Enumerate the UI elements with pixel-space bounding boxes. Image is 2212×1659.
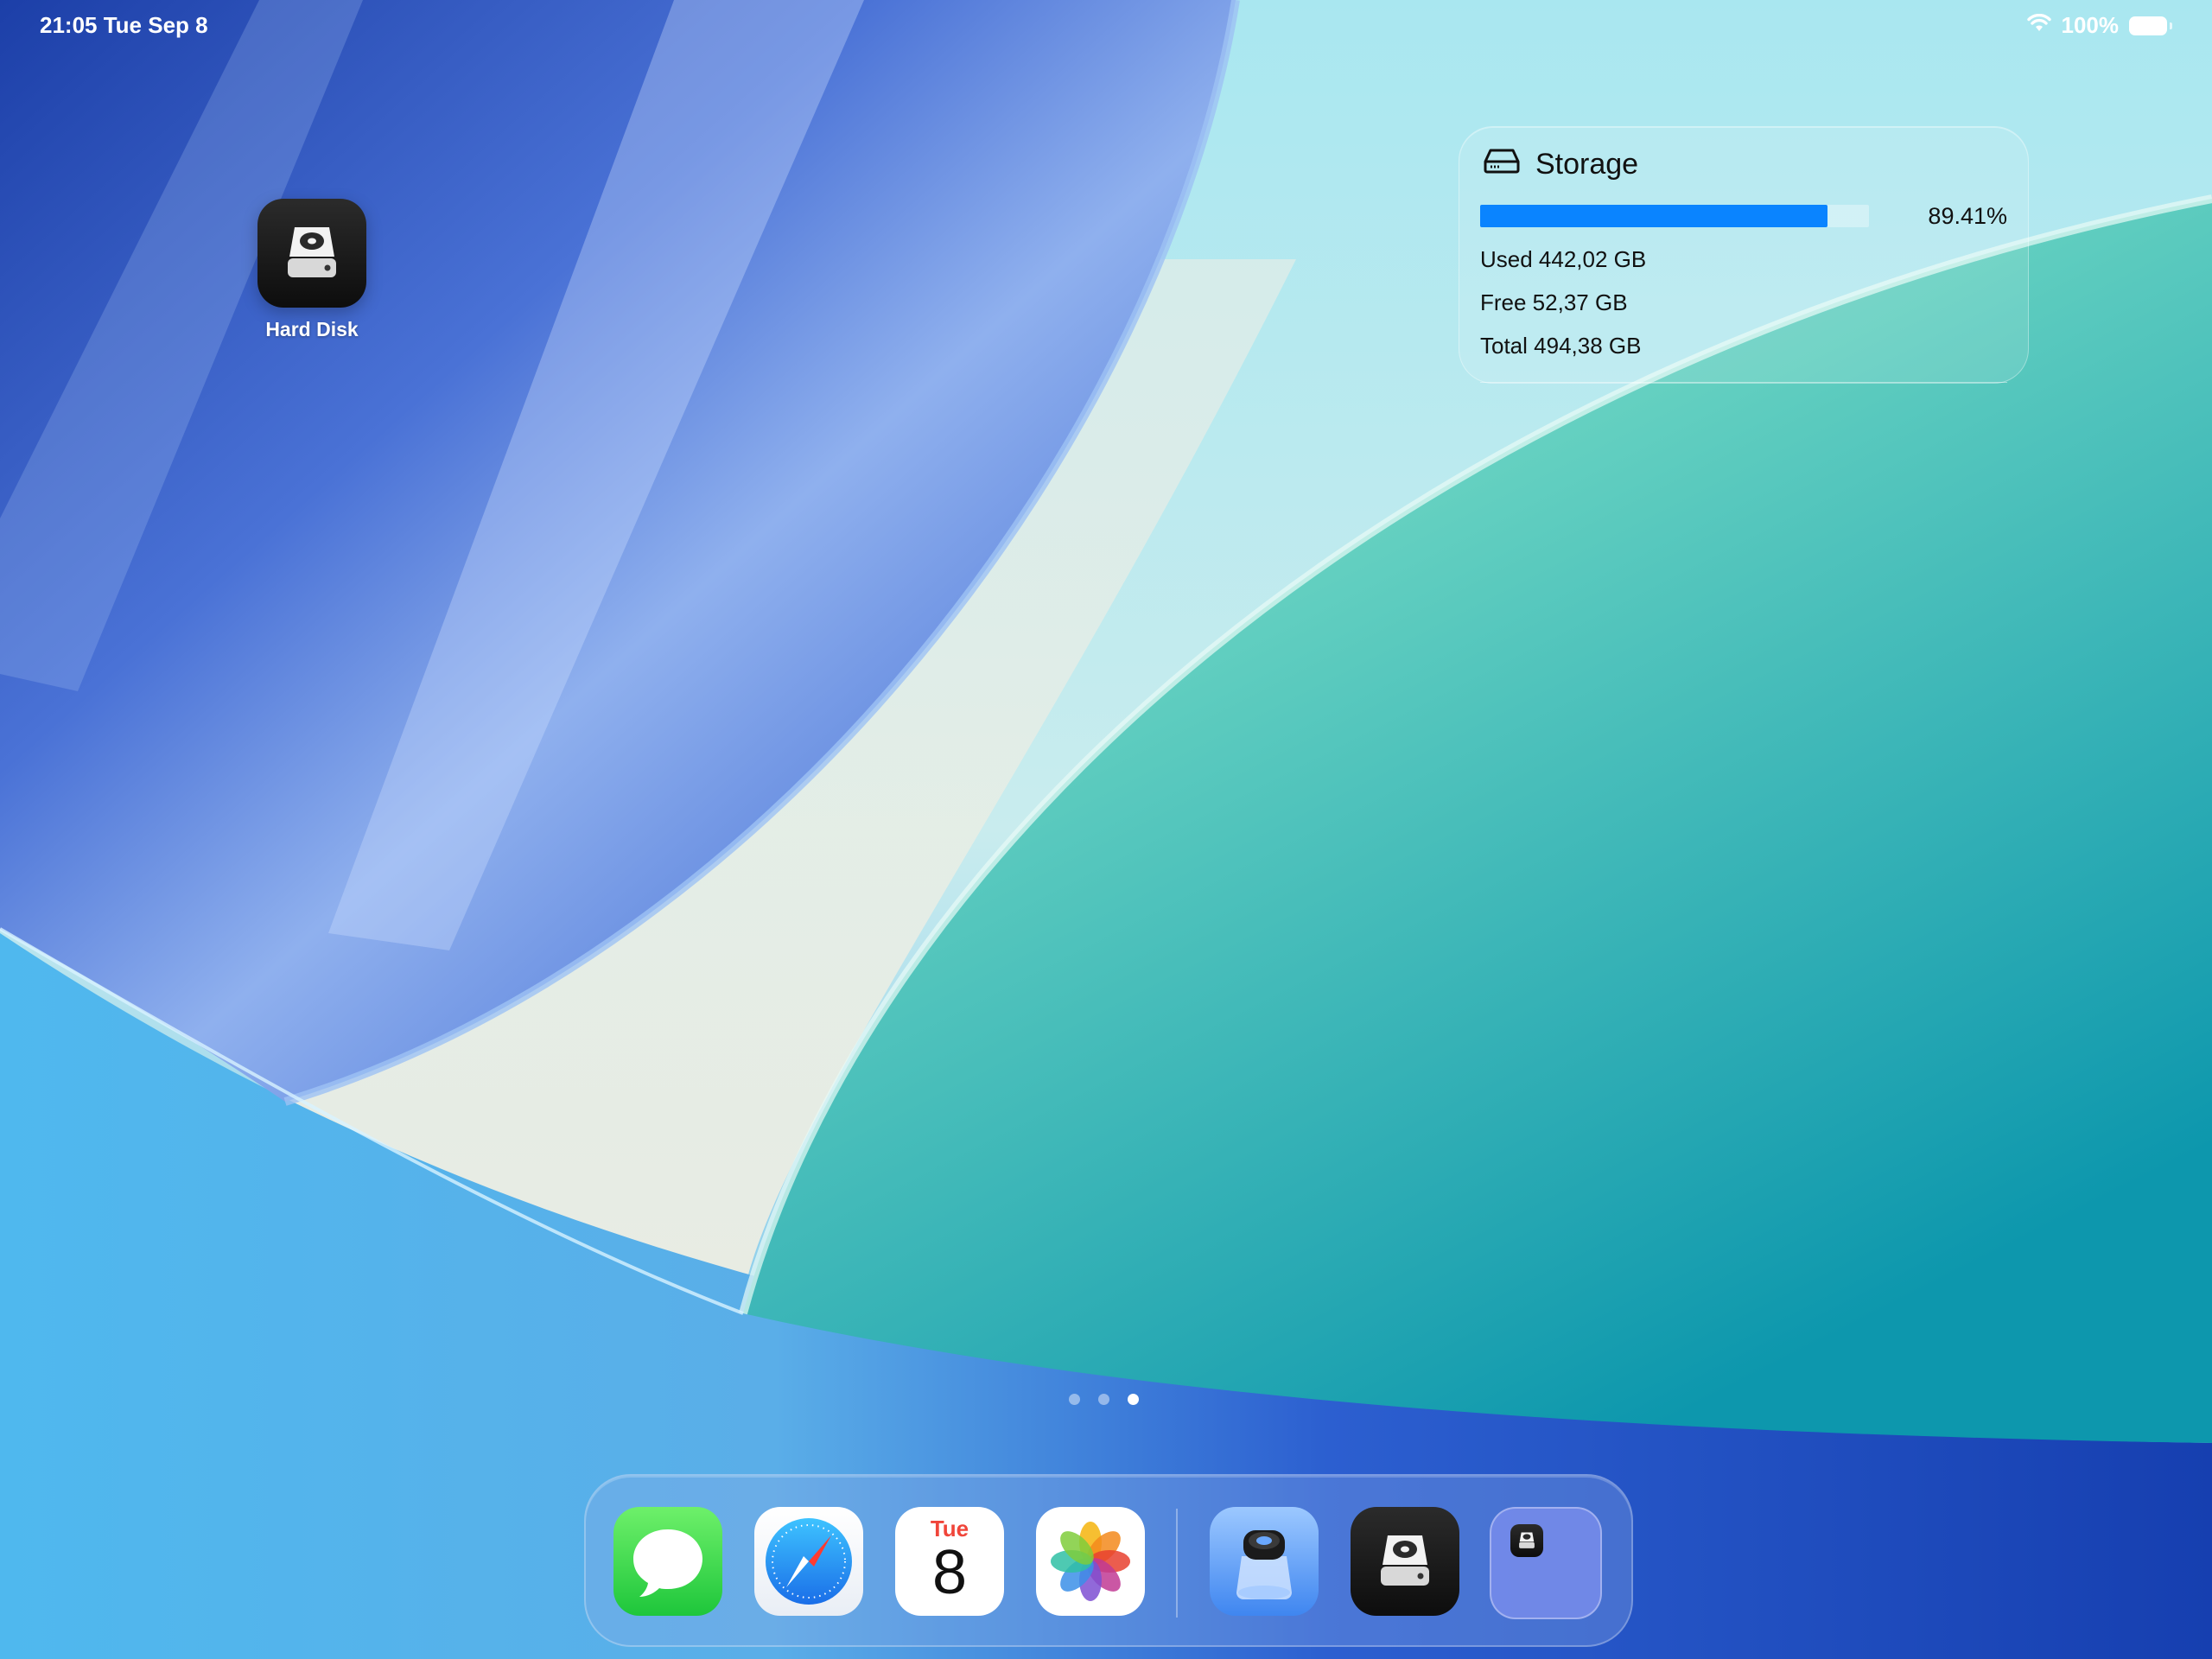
dock-photos[interactable] — [1036, 1507, 1145, 1616]
dock: Tue 8 — [584, 1474, 1633, 1647]
dock-calendar[interactable]: Tue 8 — [895, 1507, 1004, 1616]
storage-used: Used 442,02 GB — [1480, 246, 1647, 272]
app-label: Hard Disk — [265, 318, 359, 340]
dock-hard-disk[interactable] — [1351, 1507, 1459, 1616]
dock-safari[interactable] — [754, 1507, 863, 1616]
storage-widget[interactable]: Storage 89.41% Used 442,02 GB Free 52,37… — [1459, 126, 2029, 384]
page-dot-1[interactable] — [1069, 1394, 1080, 1405]
calendar-date: 8 — [931, 1538, 968, 1607]
photos-icon — [1051, 1522, 1130, 1601]
messages-icon — [633, 1529, 702, 1597]
preview-icon — [1236, 1530, 1292, 1599]
widget-title: Storage — [1535, 148, 1639, 181]
calendar-day: Tue — [930, 1516, 969, 1541]
widget-divider — [1480, 382, 2007, 383]
storage-progress-fill — [1480, 205, 1828, 227]
page-dot-3[interactable] — [1128, 1394, 1139, 1405]
storage-percent: 89.41% — [1928, 203, 2007, 229]
storage-total: Total 494,38 GB — [1480, 333, 1642, 359]
status-indicators: 100% — [2026, 12, 2172, 39]
app-icon-hard-disk[interactable]: Hard Disk — [256, 199, 368, 341]
battery-percent: 100% — [2061, 12, 2120, 38]
page-indicator[interactable] — [1069, 1394, 1139, 1405]
status-bar: 21:05 Tue Sep 8 100% — [0, 0, 2212, 52]
storage-free: Free 52,37 GB — [1480, 289, 1628, 315]
dock-divider — [1176, 1509, 1178, 1618]
drive-icon — [1484, 148, 1520, 181]
hard-disk-icon — [257, 199, 366, 308]
dock-preview[interactable] — [1210, 1507, 1319, 1616]
hard-disk-icon — [1381, 1535, 1429, 1586]
battery-icon — [2129, 16, 2172, 35]
folder-icon — [1510, 1524, 1543, 1557]
status-time-date: 21:05 Tue Sep 8 — [40, 12, 208, 38]
safari-icon — [766, 1518, 852, 1605]
page-dot-2[interactable] — [1098, 1394, 1109, 1405]
wifi-icon — [2026, 12, 2051, 39]
dock-messages[interactable] — [613, 1507, 722, 1616]
widget-header: Storage — [1484, 148, 1638, 181]
dock-folder[interactable] — [1490, 1507, 1602, 1619]
storage-progress-bar — [1480, 205, 1869, 227]
